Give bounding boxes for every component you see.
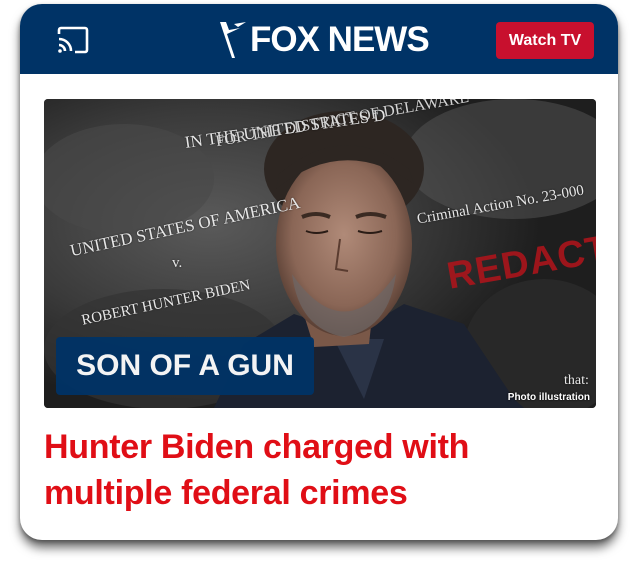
- logo-text: FOX NEWS: [250, 20, 430, 59]
- headline-link[interactable]: Hunter Biden charged with multiple feder…: [44, 424, 596, 516]
- headline-line: Hunter Biden charged with: [44, 428, 470, 466]
- hero-image[interactable]: IN THE UNITED STATES D FOR THE DISTRICT …: [44, 99, 596, 408]
- document-line: that:: [564, 373, 589, 388]
- story-label: SON OF A GUN: [76, 349, 294, 382]
- story-label-badge: SON OF A GUN: [56, 337, 314, 395]
- document-line: v.: [172, 255, 183, 271]
- app-header: FOX NEWS Watch TV: [20, 4, 618, 74]
- news-card: FOX NEWS Watch TV IN THE UNITED STATES D…: [20, 4, 618, 540]
- fox-news-logo[interactable]: FOX NEWS: [218, 20, 430, 60]
- photo-credit: Photo illustration: [507, 392, 590, 403]
- cast-icon[interactable]: [56, 26, 90, 54]
- watch-tv-button[interactable]: Watch TV: [496, 22, 594, 59]
- headline-line: multiple federal crimes: [44, 474, 408, 512]
- fox-logo-icon: [220, 22, 246, 58]
